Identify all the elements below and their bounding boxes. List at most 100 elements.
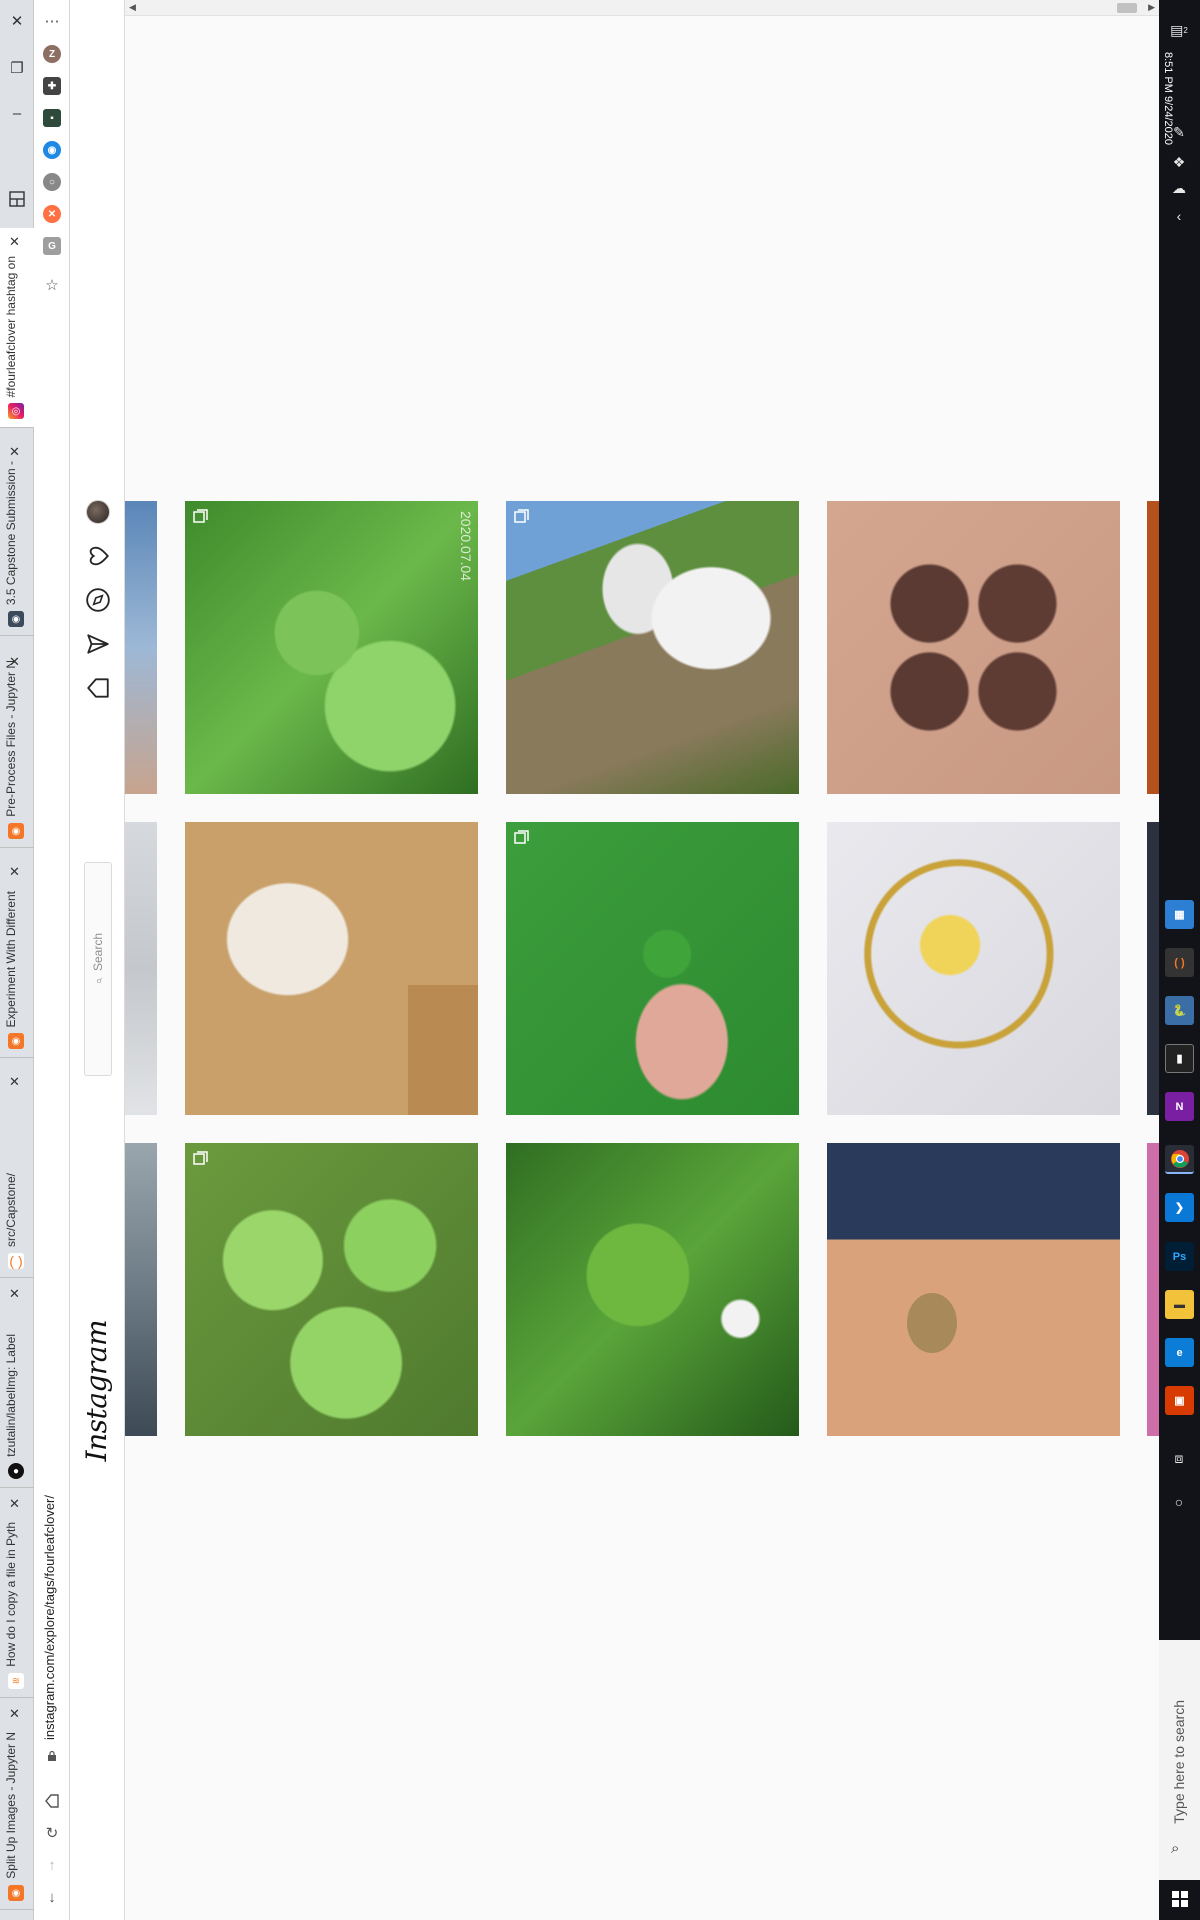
- browser-tab-strip: ✕ ❐ – ✕ #fourleafclover hashtag on ◎ ✕ 3…: [0, 0, 34, 1920]
- taskbar-search-box[interactable]: Type here to search ⌕: [1159, 1640, 1200, 1880]
- reload-icon[interactable]: ↻: [39, 1820, 65, 1846]
- tab-4[interactable]: ✕ src/Capstone/ ( ): [0, 1068, 34, 1278]
- tab-7[interactable]: ✕ Split Up Images - Jupyter N ◉: [0, 1700, 34, 1910]
- tab-1[interactable]: ✕ 3.5 Capstone Submission - ◉: [0, 438, 34, 636]
- dropbox-icon[interactable]: ❖: [1167, 150, 1191, 174]
- extension-orange-icon[interactable]: ✕: [43, 205, 61, 223]
- office-app-icon[interactable]: ▣: [1165, 1386, 1194, 1415]
- tab-3[interactable]: ✕ Experiment With Different ◉: [0, 858, 34, 1058]
- scroll-left-icon[interactable]: ◀: [129, 2, 136, 13]
- post-tile[interactable]: 2020.07.04: [185, 501, 478, 794]
- edge-app-icon[interactable]: e: [1165, 1338, 1194, 1367]
- jupyter-icon: ◉: [8, 823, 24, 839]
- minimize-window-icon[interactable]: –: [4, 100, 30, 126]
- home-icon[interactable]: [39, 1788, 65, 1814]
- extensions-icon[interactable]: ✚: [43, 77, 61, 95]
- clock-time: 8:51 PM: [1162, 52, 1174, 93]
- tab-close-icon[interactable]: ✕: [9, 1496, 20, 1512]
- cloud-icon[interactable]: ☁: [1167, 176, 1191, 200]
- tab-title: #fourleafclover hashtag on: [4, 255, 18, 397]
- taskbar-search-placeholder: Type here to search: [1171, 1700, 1187, 1824]
- tab-6[interactable]: ✕ How do I copy a file in Pyth ≋: [0, 1490, 34, 1698]
- lock-icon: [48, 1750, 56, 1761]
- tab-close-icon[interactable]: ✕: [9, 1706, 20, 1722]
- charm-shape: [907, 1293, 957, 1353]
- bookmark-star-icon[interactable]: ☆: [39, 272, 65, 298]
- python-app-icon[interactable]: 🐍: [1165, 996, 1194, 1025]
- post-tile[interactable]: [506, 822, 799, 1115]
- tab-close-icon[interactable]: ✕: [9, 864, 20, 880]
- scroll-right-icon[interactable]: ▶: [1148, 2, 1155, 13]
- vscode-app-icon[interactable]: ❯: [1165, 1193, 1194, 1222]
- tab-5[interactable]: ✕ tzutalin/labelImg: Label ●: [0, 1280, 34, 1488]
- avatar[interactable]: [86, 500, 110, 524]
- address-bar[interactable]: instagram.com/explore/tags/fourleafclove…: [42, 1470, 62, 1770]
- tab-title: Split Up Images - Jupyter N: [4, 1732, 18, 1879]
- tab-search-icon[interactable]: [4, 186, 30, 212]
- cortana-icon[interactable]: ○: [1167, 1490, 1191, 1514]
- extension-blue-icon[interactable]: ◉: [43, 141, 61, 159]
- forward-icon[interactable]: ↑: [39, 1852, 65, 1878]
- cardboard-piece: [408, 985, 478, 1115]
- home-icon[interactable]: [85, 675, 111, 701]
- chevron-up-icon[interactable]: ‹: [1167, 204, 1191, 228]
- jupyter-app-icon[interactable]: ( ): [1165, 948, 1194, 977]
- multiple-images-icon: [514, 509, 529, 523]
- partial-post[interactable]: [125, 822, 157, 1115]
- tab-title: How do I copy a file in Pyth: [4, 1522, 18, 1667]
- search-input[interactable]: ⌕ Search: [84, 862, 112, 1076]
- partial-post[interactable]: [1147, 501, 1159, 794]
- explore-content: ◀ ▶ 2020.07.04: [125, 0, 1159, 1920]
- partial-post[interactable]: [1147, 1143, 1159, 1436]
- post-tile[interactable]: [506, 1143, 799, 1436]
- extension-grey-icon[interactable]: ○: [43, 173, 61, 191]
- photoshop-app-icon[interactable]: Ps: [1165, 1242, 1194, 1271]
- close-window-icon[interactable]: ✕: [4, 8, 30, 34]
- calculator-app-icon[interactable]: ▦: [1165, 900, 1194, 929]
- post-tile[interactable]: [827, 501, 1120, 794]
- partial-post[interactable]: [125, 1143, 157, 1436]
- tab-close-icon[interactable]: ✕: [9, 1074, 20, 1090]
- task-view-icon[interactable]: ⧈: [1167, 1446, 1191, 1470]
- horizontal-scrollbar[interactable]: ◀ ▶: [125, 0, 1159, 16]
- menu-icon[interactable]: ⋯: [39, 8, 65, 34]
- tab-close-icon[interactable]: ✕: [9, 1286, 20, 1302]
- terminal-app-icon[interactable]: ▮: [1165, 1044, 1194, 1073]
- tab-close-icon[interactable]: ✕: [9, 234, 20, 250]
- tab-2[interactable]: ✕ Pre-Process Files - Jupyter N ◉: [0, 648, 34, 848]
- multiple-images-icon: [514, 830, 529, 844]
- partial-post[interactable]: [1147, 822, 1159, 1115]
- restore-window-icon[interactable]: ❐: [4, 55, 30, 81]
- instagram-header: ⌕ Search Instagram: [70, 0, 125, 1920]
- tab-0[interactable]: ✕ #fourleafclover hashtag on ◎: [0, 228, 34, 428]
- browser-toolbar: ⋯ Z ✚ ▪ ◉ ○ ✕ G ☆ instagram.com/explore/…: [34, 0, 70, 1920]
- windows-taskbar: ▤ 2 8:51 PM 9/24/2020 ✎ ❖ ☁ ‹ ▦ ( ) 🐍 ▮ N…: [1159, 0, 1200, 1920]
- notification-icon[interactable]: ▤ 2: [1167, 18, 1191, 42]
- windows-start-icon[interactable]: [1165, 1884, 1194, 1913]
- explore-compass-icon[interactable]: [85, 587, 111, 613]
- jupyter-icon: ( ): [8, 1253, 24, 1269]
- chrome-app-icon[interactable]: [1165, 1145, 1194, 1174]
- post-tile[interactable]: [185, 822, 478, 1115]
- back-icon[interactable]: ↓: [39, 1884, 65, 1910]
- jupyter-icon: ◉: [8, 1033, 24, 1049]
- instagram-logo[interactable]: Instagram: [80, 1320, 113, 1461]
- scrollbar-thumb[interactable]: [1117, 3, 1137, 13]
- extension-app-icon[interactable]: ▪: [43, 109, 61, 127]
- heart-icon[interactable]: [85, 543, 111, 569]
- partial-post[interactable]: [125, 501, 157, 794]
- onenote-app-icon[interactable]: N: [1165, 1092, 1194, 1121]
- post-tile[interactable]: [506, 501, 799, 794]
- post-tile[interactable]: [185, 1143, 478, 1436]
- direct-message-icon[interactable]: [85, 631, 111, 657]
- post-tile[interactable]: [827, 1143, 1120, 1436]
- github-icon: ●: [8, 1463, 24, 1479]
- url-text[interactable]: instagram.com/explore/tags/fourleafclove…: [42, 1495, 57, 1740]
- pen-icon[interactable]: ✎: [1167, 120, 1191, 144]
- post-tile[interactable]: [827, 822, 1120, 1115]
- file-explorer-app-icon[interactable]: ▬: [1165, 1290, 1194, 1319]
- extension-g-icon[interactable]: G: [43, 237, 61, 255]
- profile-avatar[interactable]: Z: [43, 45, 61, 63]
- tab-close-icon[interactable]: ✕: [9, 444, 20, 460]
- search-placeholder: ⌕ Search: [91, 933, 105, 987]
